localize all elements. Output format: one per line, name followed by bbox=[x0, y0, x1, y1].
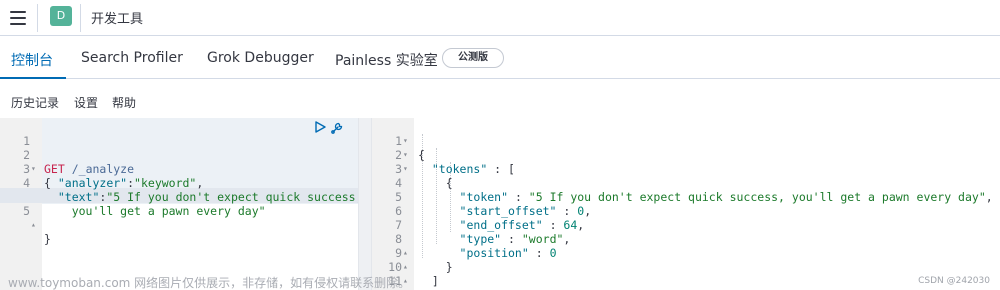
request-line: 3 "analyzer":"keyword", bbox=[23, 162, 204, 190]
response-line: 6 "end_offset" : 64, bbox=[395, 204, 585, 232]
request-line: 1 GET /_analyze bbox=[23, 134, 135, 176]
response-line: 11▴ } bbox=[388, 274, 425, 290]
history-link[interactable]: 历史记录 bbox=[11, 94, 59, 111]
response-line: 8 "position" : 0 bbox=[395, 232, 557, 260]
hamburger-icon[interactable] bbox=[10, 11, 26, 25]
help-link[interactable]: 帮助 bbox=[112, 94, 136, 111]
response-line: 4 "token" : "5 If you don't expect quick… bbox=[395, 176, 993, 204]
request-line-wrapped: you'll get a pawn every day" bbox=[71, 204, 266, 218]
watermark-text: www.toymoban.com 网络图片仅供展示，非存储，如有侵权请联系删除。 bbox=[8, 276, 411, 290]
dev-tools-tabs: 控制台 Search Profiler Grok Debugger Painle… bbox=[0, 37, 1000, 79]
space-avatar[interactable]: D bbox=[50, 6, 72, 26]
tab-search-profiler[interactable]: Search Profiler bbox=[81, 50, 183, 66]
fold-toggle[interactable]: ▴ bbox=[31, 218, 40, 232]
response-line: 10 ▴ ] bbox=[388, 260, 439, 288]
response-line: 1 ▾ { bbox=[395, 134, 425, 162]
breadcrumb-dev-tools[interactable]: 开发工具 bbox=[91, 8, 143, 27]
beta-badge: 公测版 bbox=[442, 48, 504, 68]
tab-painless-lab[interactable]: Painless 实验室 bbox=[335, 50, 438, 70]
credit-text: CSDN @242030 bbox=[918, 276, 990, 286]
request-path: /_analyze bbox=[71, 162, 135, 176]
request-editor[interactable]: 1 GET /_analyze 2 ▾ { 3 "analyzer":"keyw… bbox=[0, 118, 363, 290]
header-divider bbox=[80, 4, 81, 32]
response-line: 3 ▾ { bbox=[395, 162, 453, 190]
request-line: 2 ▾ { bbox=[23, 148, 51, 190]
response-line: 9 ▴ } bbox=[395, 246, 453, 274]
wrench-icon[interactable] bbox=[330, 121, 344, 135]
tab-console[interactable]: 控制台 bbox=[11, 50, 53, 70]
request-line: 4 "text":"5 If you don't expect quick su… bbox=[23, 176, 363, 204]
response-line: 7 "type" : "word", bbox=[395, 218, 571, 246]
active-tab-indicator bbox=[0, 77, 66, 79]
fold-toggle[interactable]: ▾ bbox=[31, 162, 40, 176]
settings-link[interactable]: 设置 bbox=[74, 94, 98, 111]
tab-grok-debugger[interactable]: Grok Debugger bbox=[207, 50, 314, 66]
top-header: D 开发工具 bbox=[0, 0, 1000, 36]
play-icon[interactable] bbox=[314, 121, 326, 133]
response-line: 5 "start_offset" : 0, bbox=[395, 190, 592, 218]
request-line: 5 ▴ } bbox=[23, 204, 51, 246]
editor-resizer[interactable] bbox=[358, 118, 372, 290]
header-divider bbox=[37, 4, 38, 32]
response-editor: 1 ▾ { 2 ▾ "tokens" : [ 3 ▾ { 4 "token" : "5… bbox=[372, 118, 1000, 290]
request-method: GET bbox=[44, 162, 65, 176]
response-line: 2 ▾ "tokens" : [ bbox=[395, 148, 515, 176]
